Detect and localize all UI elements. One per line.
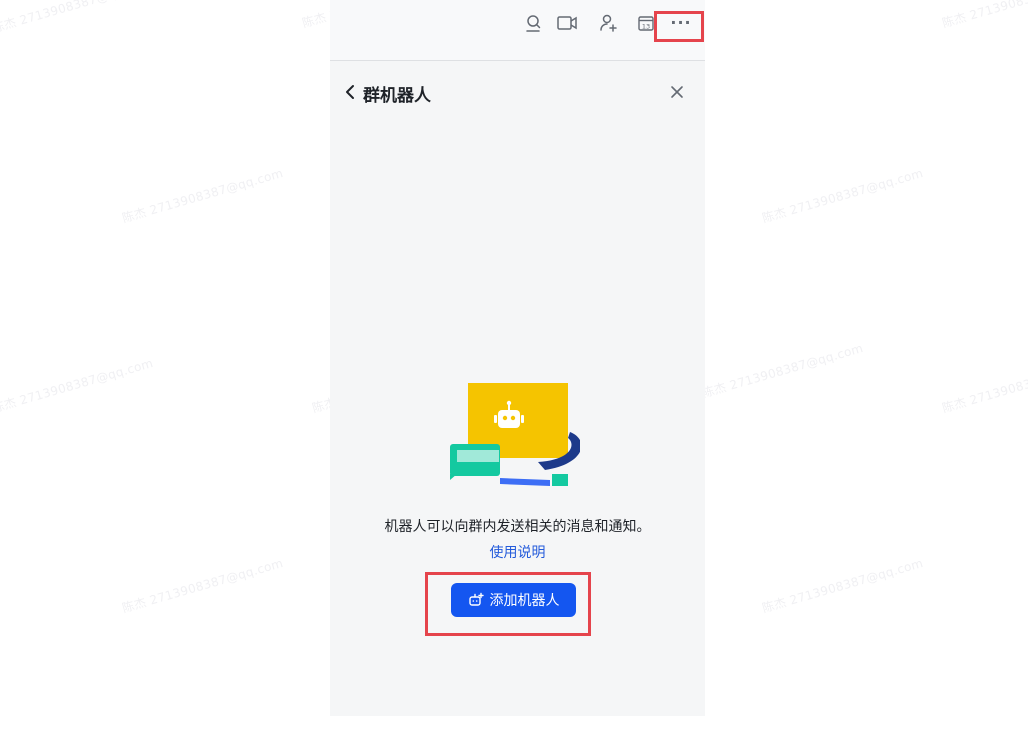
more-dots: ··· [670,13,692,32]
watermark: 陈杰 2713908387@qq.com [760,165,925,226]
calendar-day-label: 13 [642,22,650,30]
chat-toolbar: 13 ··· [330,0,705,61]
add-member-icon[interactable] [598,12,620,34]
watermark: 陈杰 2713908387@qq.com [120,555,285,616]
panel-header: 群机器人 [330,72,705,114]
search-person-icon[interactable] [523,12,545,34]
watermark: 陈杰 2713908387@qq.com [760,555,925,616]
add-bot-icon [468,592,484,608]
page-title: 群机器人 [363,86,431,106]
add-bot-label: 添加机器人 [489,593,560,609]
robot-illustration [450,382,582,492]
help-link[interactable]: 使用说明 [330,542,705,562]
add-bot-button[interactable]: 添加机器人 [451,583,576,617]
watermark: 陈杰 2713908387@qq.com [0,355,155,416]
group-bot-panel: 13 ··· 群机器人 机器人可以向群内发送相关的消息和通知。 使用说明 添加机… [330,0,705,716]
watermark: 陈杰 2713908387@qq.com [700,340,865,401]
watermark: 陈杰 2713908387@qq.com [0,0,155,36]
watermark: 陈杰 2713908387@qq.com [120,165,285,226]
back-icon[interactable] [342,82,358,102]
more-icon[interactable]: ··· [668,12,694,34]
watermark: 陈杰 2713908387@qq.com [940,0,1028,31]
watermark: 陈杰 2713908387@qq.com [940,355,1028,416]
video-icon[interactable] [556,12,578,34]
close-icon[interactable] [667,82,687,102]
calendar-icon[interactable]: 13 [635,12,657,34]
empty-state-description: 机器人可以向群内发送相关的消息和通知。 [384,519,651,535]
